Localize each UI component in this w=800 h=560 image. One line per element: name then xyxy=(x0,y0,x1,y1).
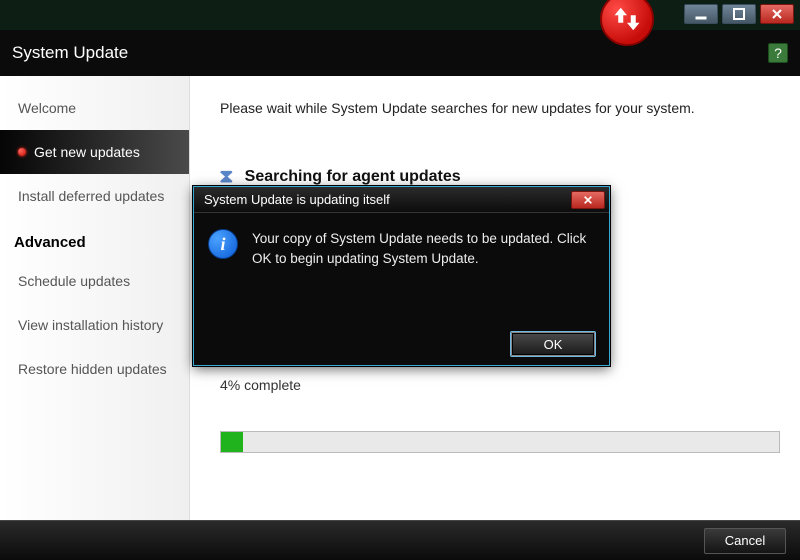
dialog-ok-button[interactable]: OK xyxy=(511,332,595,356)
dialog-footer: OK xyxy=(194,323,609,365)
app-titlebar: System Update ? xyxy=(0,30,800,76)
footer: Cancel xyxy=(0,520,800,560)
dialog-close-button[interactable] xyxy=(571,191,605,209)
searching-row: ⧗ Searching for agent updates xyxy=(220,166,780,187)
hourglass-icon: ⧗ xyxy=(219,166,233,187)
main-intro-text: Please wait while System Update searches… xyxy=(220,100,780,116)
progress-fill xyxy=(221,432,243,452)
dialog-title: System Update is updating itself xyxy=(204,192,390,207)
progress-text: 4% complete xyxy=(220,377,780,393)
dialog-body: i Your copy of System Update needs to be… xyxy=(194,213,609,323)
sidebar: Welcome Get new updates Install deferred… xyxy=(0,76,190,520)
maximize-button[interactable] xyxy=(722,4,756,24)
info-icon: i xyxy=(208,229,238,259)
window-controls xyxy=(684,4,794,24)
sidebar-item-schedule-updates[interactable]: Schedule updates xyxy=(0,259,189,303)
minimize-button[interactable] xyxy=(684,4,718,24)
os-titlebar xyxy=(0,0,800,30)
sidebar-heading-advanced: Advanced xyxy=(0,218,189,259)
progress-bar xyxy=(220,431,780,453)
sidebar-item-restore-hidden[interactable]: Restore hidden updates xyxy=(0,347,189,391)
app-title: System Update xyxy=(12,43,128,63)
app-window: System Update ? Welcome Get new updates … xyxy=(0,0,800,560)
sidebar-item-install-deferred[interactable]: Install deferred updates xyxy=(0,174,189,218)
cancel-button[interactable]: Cancel xyxy=(704,528,786,554)
dialog-titlebar: System Update is updating itself xyxy=(194,187,609,213)
sidebar-item-get-new-updates[interactable]: Get new updates xyxy=(0,130,189,174)
dialog-message: Your copy of System Update needs to be u… xyxy=(252,229,591,319)
sidebar-item-view-history[interactable]: View installation history xyxy=(0,303,189,347)
searching-label: Searching for agent updates xyxy=(245,168,461,186)
sidebar-item-label: Get new updates xyxy=(34,144,140,160)
help-icon[interactable]: ? xyxy=(768,43,788,63)
close-button[interactable] xyxy=(760,4,794,24)
self-update-dialog: System Update is updating itself i Your … xyxy=(193,186,610,366)
sidebar-item-welcome[interactable]: Welcome xyxy=(0,86,189,130)
